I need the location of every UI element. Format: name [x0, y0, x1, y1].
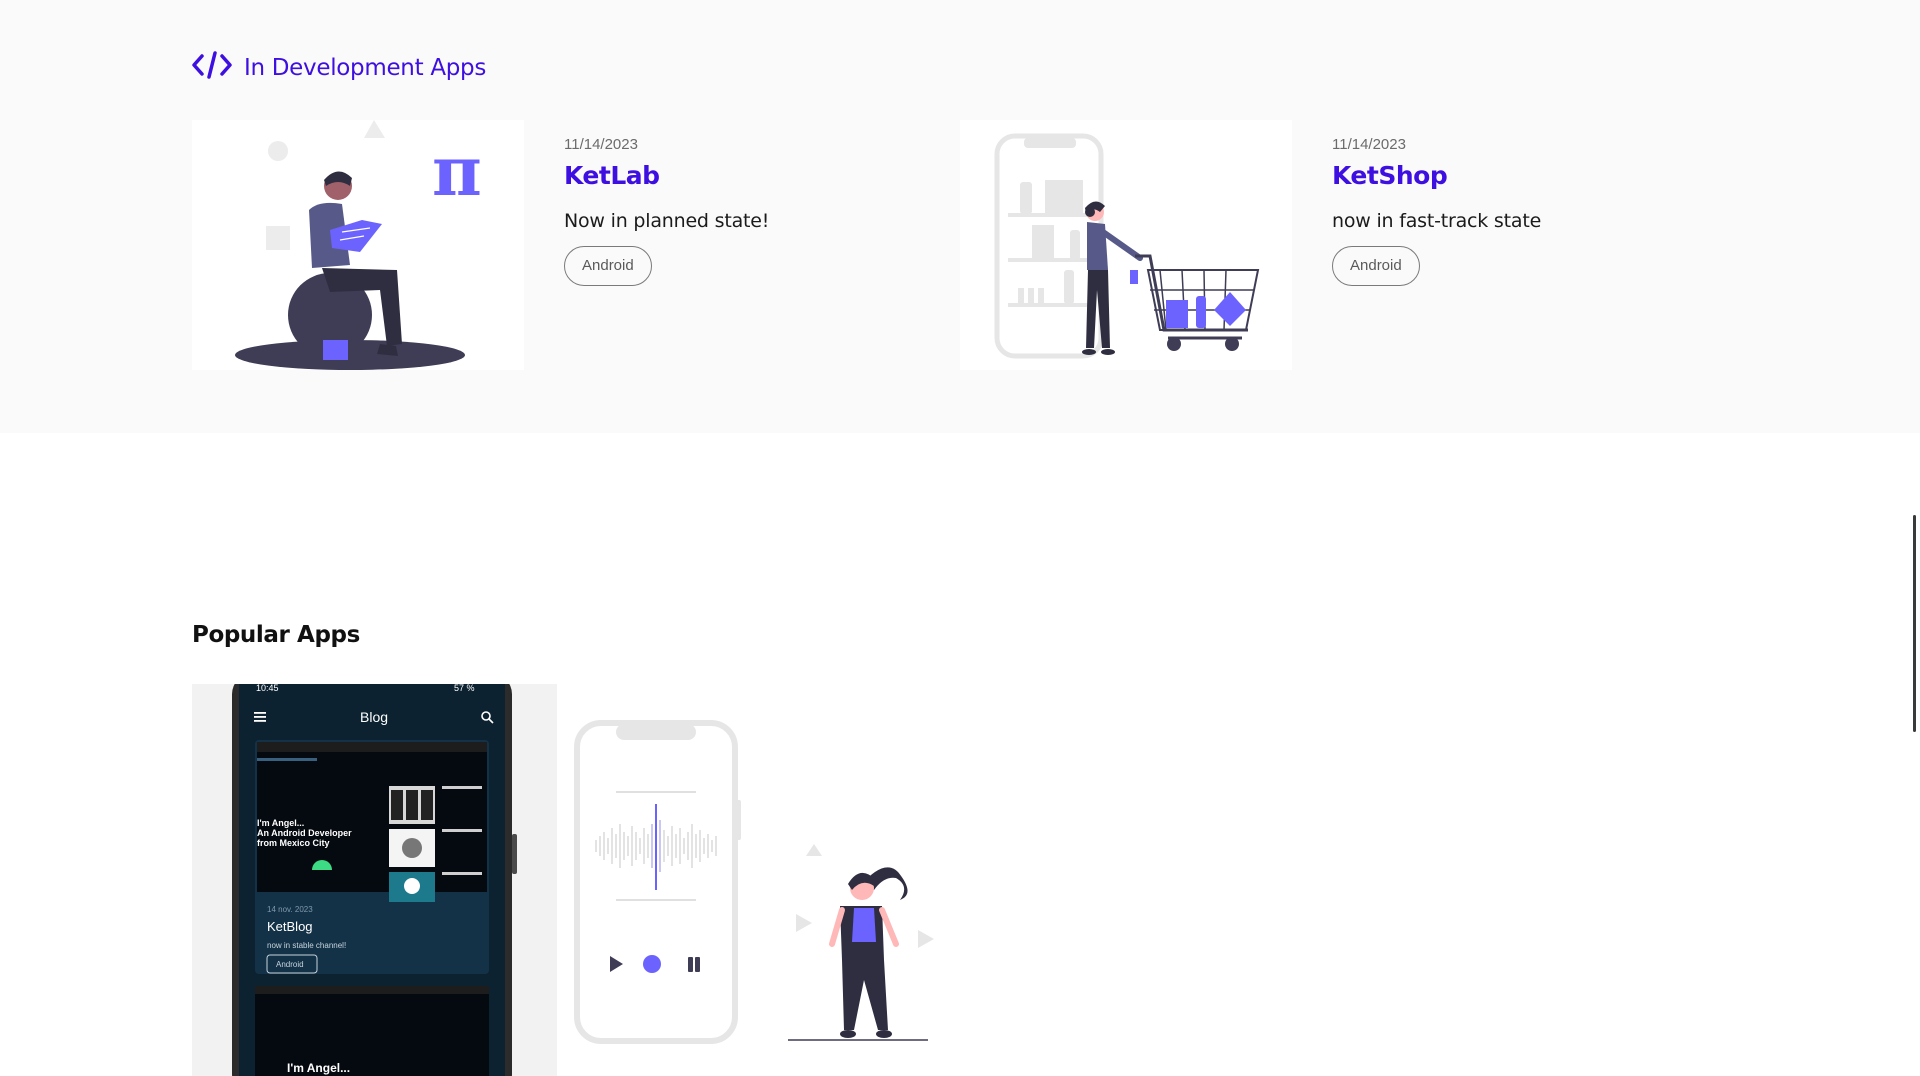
app-info: 11/14/2023 KetShop now in fast-track sta… — [1332, 120, 1541, 370]
code-icon — [192, 50, 232, 85]
reading-person-pi-illustration: π — [192, 120, 524, 370]
page-scrollbar[interactable] — [1913, 515, 1916, 732]
status-time: 10:45 — [256, 684, 279, 693]
app-name[interactable]: KetLab — [564, 161, 769, 190]
app-info: 11/14/2023 KetLab Now in planned state! … — [564, 120, 769, 370]
card-desc: now in stable channel! — [267, 941, 346, 950]
section-header: In Development Apps — [192, 50, 486, 85]
card-date: 14 nov. 2023 — [267, 905, 313, 914]
in-development-section: In Development Apps π 11/14/2023 KetLab … — [0, 0, 1920, 433]
platform-tag-chip[interactable]: Android — [564, 246, 652, 286]
hero-text-line: I'm Angel... — [257, 818, 304, 828]
status-battery: 57 % — [454, 684, 475, 693]
popular-apps-title: Popular Apps — [192, 622, 360, 648]
popular-apps-carousel[interactable]: 10:45 57 % Blog I'm Angel... An Android … — [192, 684, 957, 1076]
card-tag: Android — [276, 960, 304, 969]
app-card-ketlab[interactable]: π 11/14/2023 KetLab Now in planned state… — [192, 120, 769, 370]
app-bar-title: Blog — [360, 709, 388, 725]
svg-text:An Android Developer: An Android Developer — [257, 828, 352, 838]
card-title: KetBlog — [267, 919, 313, 934]
music-listener-illustration — [788, 844, 938, 1044]
platform-tag-chip[interactable]: Android — [1332, 246, 1420, 286]
audio-player-illustration — [574, 720, 742, 1044]
app-description: now in fast-track state — [1332, 210, 1542, 232]
app-card-ketshop[interactable]: 11/14/2023 KetShop now in fast-track sta… — [960, 120, 1541, 370]
section-title: In Development Apps — [244, 54, 487, 81]
shopping-cart-illustration — [960, 120, 1292, 370]
app-date: 11/14/2023 — [564, 136, 638, 153]
app-name[interactable]: KetShop — [1332, 161, 1541, 190]
record-icon — [643, 955, 661, 973]
ketblog-screenshot-card[interactable]: 10:45 57 % Blog I'm Angel... An Android … — [192, 684, 557, 1076]
app-date: 11/14/2023 — [1332, 136, 1406, 153]
svg-text:from Mexico City: from Mexico City — [257, 838, 330, 848]
next-hero-text: I'm Angel... — [287, 1061, 350, 1075]
menu-icon — [254, 712, 266, 722]
app-description: Now in planned state! — [564, 210, 770, 232]
svg-text:π: π — [432, 132, 482, 212]
